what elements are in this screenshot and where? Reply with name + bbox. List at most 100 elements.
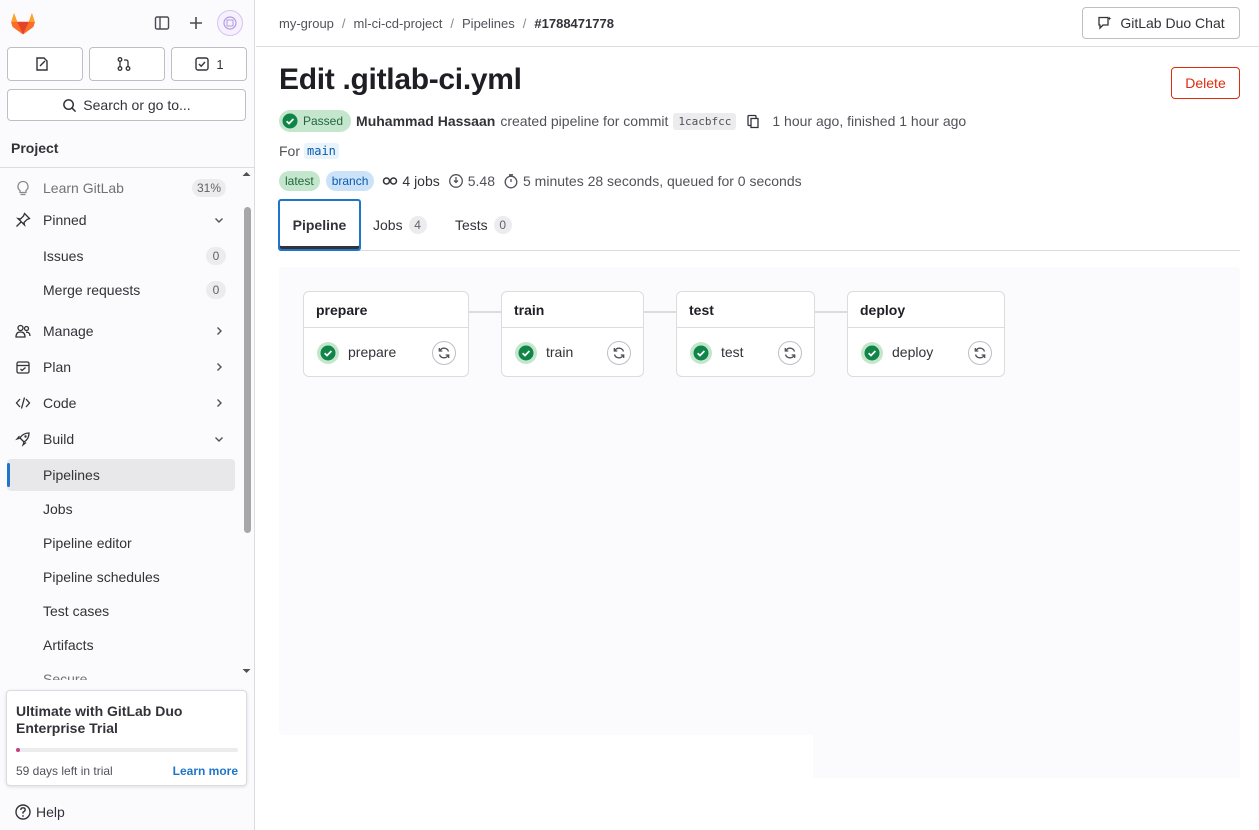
sidebar-item-pipeline-schedules[interactable]: Pipeline schedules [7,561,235,593]
sidebar-item-label: Learn GitLab [43,180,124,196]
time-text: 1 hour ago, finished 1 hour ago [772,113,967,129]
sidebar-item-manage[interactable]: Manage [7,315,235,347]
job-deploy[interactable]: deploy [848,329,1004,377]
delete-button[interactable]: Delete [1171,67,1240,99]
assigned-issues-button[interactable] [7,47,83,81]
duration-text: 5 minutes 28 seconds, queued for 0 secon… [523,173,802,189]
tab-count: 0 [493,216,512,234]
users-icon [15,323,31,339]
search-button[interactable]: Search or go to... [7,89,246,121]
tab-label: Tests [455,217,488,233]
issues-icon [36,57,48,71]
compute-icon [448,174,463,188]
sidebar-item-test-cases[interactable]: Test cases [7,595,235,627]
tab-pipeline[interactable]: Pipeline [278,199,361,251]
sidebar-item-code[interactable]: Code [7,387,235,419]
status-success-icon [861,342,883,364]
sidebar-item-label: Artifacts [43,637,94,653]
duo-chat-label: GitLab Duo Chat [1120,15,1225,31]
code-icon [15,395,31,411]
sidebar-item-plan[interactable]: Plan [7,351,235,383]
stage-deploy: deploy deploy [847,291,1005,377]
merge-requests-button[interactable] [89,47,165,81]
learn-more-link[interactable]: Learn more [173,764,238,778]
sidebar-item-merge-requests[interactable]: Merge requests 0 [7,274,235,306]
job-name: test [721,344,744,360]
compute-value: 5.48 [467,173,495,189]
sidebar-item-issues[interactable]: Issues 0 [7,240,235,272]
sidebar-item-label: Build [43,431,75,447]
stage-train: train train [501,291,644,377]
job-test[interactable]: test [677,329,814,377]
retry-icon[interactable] [607,341,631,365]
sidebar-item-learn-gitlab[interactable]: Learn GitLab 31% [7,172,235,204]
job-name: train [546,344,574,360]
help-button[interactable]: Help [14,803,65,821]
todos-button[interactable]: 1 [171,47,247,81]
timer-icon [504,174,518,189]
sidebar-item-label: Pipeline editor [43,535,132,551]
status-success-icon [690,342,712,364]
branch-ref[interactable]: main [304,143,339,159]
sidebar-item-secure[interactable]: Secure [7,663,235,680]
tab-label: Jobs [373,217,403,233]
pipeline-duration: 5 minutes 28 seconds, queued for 0 secon… [503,173,802,189]
sidebar-item-pipeline-editor[interactable]: Pipeline editor [7,527,235,559]
sidebar-item-label: Test cases [43,603,110,619]
stage-title: test [677,292,814,328]
toggle-sidebar-icon[interactable] [150,11,174,35]
gitlab-logo-icon[interactable] [9,9,37,37]
user-avatar[interactable] [217,10,243,36]
commit-sha[interactable]: 1cacbfcc [673,112,737,130]
create-new-icon[interactable] [184,11,208,35]
status-badge[interactable]: Passed [279,110,352,132]
tab-label: Pipeline [292,217,347,233]
calendar-icon [15,359,31,375]
trial-progress-bar [16,748,238,752]
job-name: prepare [348,344,397,360]
for-label: For [279,143,300,159]
branch-badge: branch [325,171,375,191]
sidebar-item-jobs[interactable]: Jobs [7,493,235,525]
scroll-down-arrow-icon[interactable] [241,667,252,675]
sidebar-item-build[interactable]: Build [7,423,235,455]
sidebar-item-label: Pipelines [43,467,100,483]
duo-chat-button[interactable]: GitLab Duo Chat [1082,7,1240,39]
breadcrumb-pipeline-id[interactable]: #1788471778 [534,16,614,31]
jobs-count-text: 4 jobs [402,173,440,189]
breadcrumb-group[interactable]: my-group [279,16,334,31]
retry-icon[interactable] [778,341,802,365]
sidebar-item-pinned[interactable]: Pinned [7,204,235,236]
stage-connector [644,311,676,313]
copy-icon[interactable] [745,113,761,129]
chevron-down-icon [215,437,223,442]
job-train[interactable]: train [502,329,643,377]
tab-jobs[interactable]: Jobs 4 [373,199,427,251]
scroll-up-arrow-icon[interactable] [241,170,252,178]
chevron-right-icon [217,399,222,407]
scrollbar-thumb[interactable] [244,207,251,533]
breadcrumb-pipelines[interactable]: Pipelines [462,16,515,31]
retry-icon[interactable] [432,341,456,365]
sidebar-item-label: Pipeline schedules [43,569,160,585]
trial-progress-fill [16,748,21,752]
breadcrumb: my-group / ml-ci-cd-project / Pipelines … [279,16,614,31]
retry-icon[interactable] [968,341,992,365]
project-heading: Project [11,140,59,156]
sidebar-item-pipelines[interactable]: Pipelines [7,459,235,491]
sidebar-item-label: Code [43,395,77,411]
stage-title: prepare [304,292,468,328]
sidebar-item-label: Pinned [43,212,87,228]
breadcrumb-separator: / [341,16,346,31]
help-label: Help [36,804,65,820]
breadcrumb-project[interactable]: ml-ci-cd-project [354,16,443,31]
sidebar-item-artifacts[interactable]: Artifacts [7,629,235,661]
job-prepare[interactable]: prepare [304,329,468,377]
sidebar-scrollbar[interactable] [241,170,252,678]
tab-tests[interactable]: Tests 0 [455,199,512,251]
top-bar: my-group / ml-ci-cd-project / Pipelines … [256,0,1259,47]
duo-chat-icon [1098,16,1112,30]
author-link[interactable]: Muhammad Hassaan [356,113,495,129]
lightbulb-icon [15,180,31,196]
chevron-right-icon [217,363,222,371]
